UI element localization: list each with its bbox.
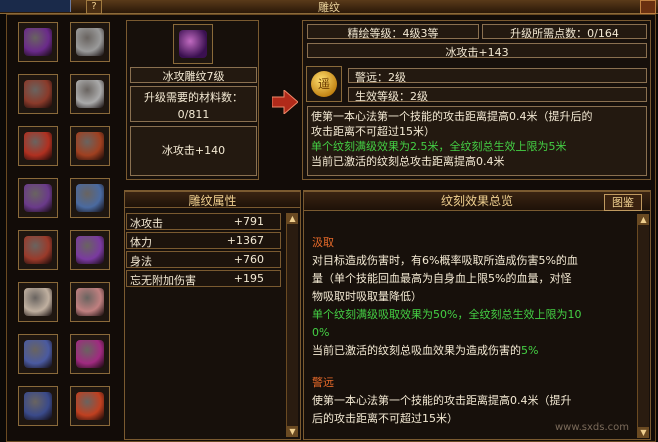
effect-level: 生效等级：2级 (348, 87, 647, 103)
attribute-row[interactable]: 体力 +1367 (126, 232, 281, 249)
pearl-string-icon (76, 288, 104, 316)
equipment-slot[interactable] (18, 230, 58, 270)
effect-desc-line: 物吸取时吸取量降低） (312, 290, 422, 303)
overview-scroll-down-icon[interactable]: ▼ (638, 427, 649, 438)
effect-active-prefix: 当前已激活的纹刻总吸血效果为造成伤害的 (312, 344, 521, 357)
attribute-value: +1367 (226, 234, 264, 247)
attribute-name: 体力 (130, 236, 152, 249)
points-needed: 升级所需点数：0/164 (482, 24, 647, 40)
equipment-slot[interactable] (70, 386, 110, 426)
equipment-slot[interactable] (18, 282, 58, 322)
purple-sword-icon (76, 236, 104, 264)
attribute-name: 忘无附加伤害 (130, 274, 196, 287)
attribute-value: +791 (233, 215, 264, 228)
blue-boots-icon (24, 392, 52, 420)
equipment-slot[interactable] (70, 230, 110, 270)
title-bar: ? 雕纹 (0, 0, 658, 14)
skill-icon-slot[interactable]: 遥 (306, 66, 342, 102)
purple-firework-icon (24, 28, 52, 56)
silver-ring-icon (76, 28, 104, 56)
attribute-name: 身法 (130, 255, 152, 268)
skill-icon-char: 遥 (317, 77, 330, 91)
purple-amulet-icon (24, 184, 52, 212)
effect-block: 警远 使第一本心法第一个技能的攻击距离提高0.4米（提升 后的攻击距离不可超过15米… (312, 374, 630, 428)
attribute-row[interactable]: 身法 +760 (126, 251, 281, 268)
attribute-value: +760 (233, 253, 264, 266)
effect-title: 汲取 (312, 236, 334, 249)
item-icon-slot[interactable] (173, 24, 213, 64)
desc-green: 单个纹刻满级效果为2.5米，全纹刻总生效上限为5米 (311, 140, 567, 153)
attributes-header: 雕纹属性 (124, 191, 301, 208)
silver-ring-icon (76, 80, 104, 108)
current-effect: 冰攻击+140 (130, 126, 257, 176)
window-title: 雕纹 (318, 1, 340, 14)
equipment-slot[interactable] (70, 74, 110, 114)
scroll-down-icon[interactable]: ▼ (287, 426, 298, 437)
equipment-slot[interactable] (70, 22, 110, 62)
overview-scroll-up-icon[interactable]: ▲ (638, 214, 649, 225)
attributes-list: 冰攻击 +791 体力 +1367 身法 +760 忘无附加伤害 +195 (126, 213, 286, 433)
red-scroll-icon (24, 132, 52, 160)
close-button[interactable] (640, 0, 656, 14)
equipment-slot[interactable] (70, 178, 110, 218)
atlas-button[interactable]: 图鉴 (604, 194, 642, 211)
current-effect-text: 冰攻击+140 (161, 144, 226, 157)
equipment-slot[interactable] (18, 74, 58, 114)
effect-active-value: 5% (521, 344, 539, 357)
scroll-up-icon[interactable]: ▲ (287, 213, 298, 224)
equipment-slot[interactable] (70, 334, 110, 374)
watermark: www.sxds.com (555, 422, 630, 433)
effect-desc-line: 使第一本心法第一个技能的攻击距离提高0.4米（提升 (312, 394, 572, 407)
red-tube-icon (76, 132, 104, 160)
attributes-scrollbar[interactable]: ▲ ▼ (286, 213, 298, 437)
equipment-slot[interactable] (18, 22, 58, 62)
jade-pendant-icon (24, 288, 52, 316)
blue-needle-icon (76, 184, 104, 212)
overview-scrollbar[interactable]: ▲ ▼ (637, 214, 649, 438)
upgrade-arrow-icon (272, 90, 298, 114)
effect-title: 警远 (312, 376, 334, 389)
material-value: 0/811 (177, 108, 210, 121)
overview-content: 汲取对目标造成伤害时，有6%概率吸取所造成伤害5%的血 量（单个技能回血最高为自身… (312, 216, 630, 438)
effect-active-line: 当前已激活的纹刻总吸血效果为造成伤害的5% (312, 342, 630, 360)
overview-header: 纹刻效果总览 (303, 191, 651, 211)
equipment-slot[interactable] (70, 282, 110, 322)
fire-gem-icon (76, 392, 104, 420)
item-name: 冰攻雕纹7级 (130, 67, 257, 83)
red-belt-icon (24, 236, 52, 264)
equipment-slot[interactable] (70, 126, 110, 166)
material-label: 升级需要的材料数： (144, 91, 243, 104)
desc-active: 当前已激活的纹刻总攻击距离提高0.4米 (311, 155, 505, 168)
effect-desc-line: 量（单个技能回血最高为自身血上限5%的血量，对怪 (312, 272, 572, 285)
next-effect: 冰攻击+143 (307, 43, 647, 59)
skill-name: 警远：2级 (348, 68, 647, 84)
material-box: 升级需要的材料数： 0/811 (130, 86, 257, 122)
equipment-slot[interactable] (18, 386, 58, 426)
gold-coin-icon: 遥 (311, 71, 337, 97)
desc-line-1: 使第一本心法第一个技能的攻击距离提高0.4米（提升后的 (311, 110, 593, 123)
effect-desc-line: 对目标造成伤害时，有6%概率吸取所造成伤害5%的血 (312, 254, 578, 267)
attribute-name: 冰攻击 (130, 217, 163, 230)
skill-name-text: 警远：2级 (355, 71, 406, 84)
attribute-row[interactable]: 冰攻击 +791 (126, 213, 281, 230)
equipment-slot[interactable] (18, 178, 58, 218)
equipment-slot[interactable] (18, 334, 58, 374)
skill-description: 使第一本心法第一个技能的攻击距离提高0.4米（提升后的 攻击距离不可超过15米）… (307, 106, 647, 176)
ice-carving-icon (179, 30, 207, 58)
effect-max-line: 0% (312, 326, 330, 339)
refine-level: 精绘等级：4级3等 (307, 24, 479, 40)
beast-mask-icon (24, 80, 52, 108)
effect-level-text: 生效等级：2级 (355, 90, 428, 103)
effect-block: 汲取对目标造成伤害时，有6%概率吸取所造成伤害5%的血 量（单个技能回血最高为自身… (312, 234, 630, 360)
desc-line-2: 攻击距离不可超过15米） (311, 125, 435, 138)
attribute-row[interactable]: 忘无附加伤害 +195 (126, 270, 281, 287)
attribute-value: +195 (233, 272, 264, 285)
blue-gem-icon (24, 340, 52, 368)
equipment-slot[interactable] (18, 126, 58, 166)
effect-max-line: 单个纹刻满级吸取效果为50%，全纹刻总生效上限为10 (312, 308, 582, 321)
purple-orb-icon (76, 340, 104, 368)
